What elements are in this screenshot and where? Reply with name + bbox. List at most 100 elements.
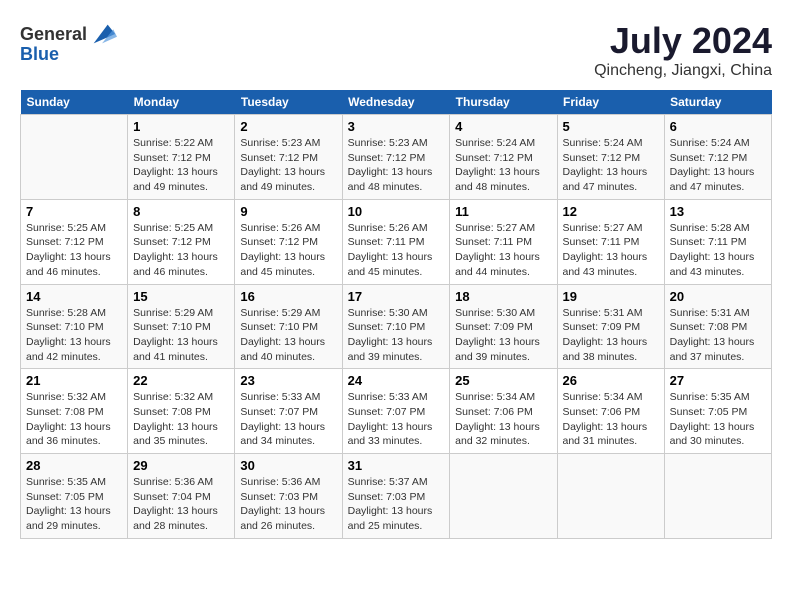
day-info: Sunrise: 5:27 AM Sunset: 7:11 PM Dayligh… — [455, 221, 551, 280]
day-number: 1 — [133, 119, 229, 134]
calendar-cell: 20 Sunrise: 5:31 AM Sunset: 7:08 PM Dayli… — [664, 284, 771, 369]
calendar-cell: 26 Sunrise: 5:34 AM Sunset: 7:06 PM Dayli… — [557, 369, 664, 454]
day-info: Sunrise: 5:24 AM Sunset: 7:12 PM Dayligh… — [455, 136, 551, 195]
day-number: 23 — [240, 373, 336, 388]
weekday-header-tuesday: Tuesday — [235, 90, 342, 115]
day-info: Sunrise: 5:25 AM Sunset: 7:12 PM Dayligh… — [133, 221, 229, 280]
calendar-cell: 23 Sunrise: 5:33 AM Sunset: 7:07 PM Dayli… — [235, 369, 342, 454]
calendar-cell: 17 Sunrise: 5:30 AM Sunset: 7:10 PM Dayli… — [342, 284, 450, 369]
day-info: Sunrise: 5:24 AM Sunset: 7:12 PM Dayligh… — [670, 136, 766, 195]
calendar-cell: 7Sunrise: 5:25 AM Sunset: 7:12 PM Daylig… — [21, 199, 128, 284]
day-info: Sunrise: 5:32 AM Sunset: 7:08 PM Dayligh… — [26, 390, 122, 449]
calendar-body: 1 Sunrise: 5:22 AM Sunset: 7:12 PM Daylig… — [21, 115, 772, 539]
day-number: 6 — [670, 119, 766, 134]
calendar-cell: 2 Sunrise: 5:23 AM Sunset: 7:12 PM Daylig… — [235, 115, 342, 200]
day-info: Sunrise: 5:33 AM Sunset: 7:07 PM Dayligh… — [348, 390, 445, 449]
day-number: 9 — [240, 204, 336, 219]
weekday-header-sunday: Sunday — [21, 90, 128, 115]
calendar-cell — [21, 115, 128, 200]
day-number: 18 — [455, 289, 551, 304]
day-number: 24 — [348, 373, 445, 388]
calendar-cell: 28 Sunrise: 5:35 AM Sunset: 7:05 PM Dayli… — [21, 454, 128, 539]
day-number: 4 — [455, 119, 551, 134]
logo-text: General Blue — [20, 20, 117, 65]
day-info: Sunrise: 5:25 AM Sunset: 7:12 PM Dayligh… — [26, 221, 122, 280]
title-block: July 2024 Qincheng, Jiangxi, China — [594, 20, 772, 80]
calendar-cell: 8 Sunrise: 5:25 AM Sunset: 7:12 PM Daylig… — [128, 199, 235, 284]
day-info: Sunrise: 5:34 AM Sunset: 7:06 PM Dayligh… — [563, 390, 659, 449]
day-info: Sunrise: 5:34 AM Sunset: 7:06 PM Dayligh… — [455, 390, 551, 449]
day-number: 30 — [240, 458, 336, 473]
day-info: Sunrise: 5:37 AM Sunset: 7:03 PM Dayligh… — [348, 475, 445, 534]
calendar-cell: 14Sunrise: 5:28 AM Sunset: 7:10 PM Dayli… — [21, 284, 128, 369]
day-number: 13 — [670, 204, 766, 219]
day-info: Sunrise: 5:28 AM Sunset: 7:11 PM Dayligh… — [670, 221, 766, 280]
calendar-cell — [664, 454, 771, 539]
weekday-header-monday: Monday — [128, 90, 235, 115]
calendar-cell: 5Sunrise: 5:24 AM Sunset: 7:12 PM Daylig… — [557, 115, 664, 200]
day-info: Sunrise: 5:26 AM Sunset: 7:12 PM Dayligh… — [240, 221, 336, 280]
calendar-cell: 19 Sunrise: 5:31 AM Sunset: 7:09 PM Dayli… — [557, 284, 664, 369]
calendar-cell — [450, 454, 557, 539]
weekday-header-saturday: Saturday — [664, 90, 771, 115]
day-info: Sunrise: 5:36 AM Sunset: 7:04 PM Dayligh… — [133, 475, 229, 534]
calendar-cell: 11 Sunrise: 5:27 AM Sunset: 7:11 PM Dayli… — [450, 199, 557, 284]
day-info: Sunrise: 5:33 AM Sunset: 7:07 PM Dayligh… — [240, 390, 336, 449]
calendar-cell: 25 Sunrise: 5:34 AM Sunset: 7:06 PM Dayli… — [450, 369, 557, 454]
weekday-header-wednesday: Wednesday — [342, 90, 450, 115]
day-info: Sunrise: 5:26 AM Sunset: 7:11 PM Dayligh… — [348, 221, 445, 280]
day-number: 16 — [240, 289, 336, 304]
day-info: Sunrise: 5:36 AM Sunset: 7:03 PM Dayligh… — [240, 475, 336, 534]
calendar-cell — [557, 454, 664, 539]
calendar-cell: 16Sunrise: 5:29 AM Sunset: 7:10 PM Dayli… — [235, 284, 342, 369]
day-number: 3 — [348, 119, 445, 134]
day-info: Sunrise: 5:30 AM Sunset: 7:09 PM Dayligh… — [455, 306, 551, 365]
calendar-cell: 3Sunrise: 5:23 AM Sunset: 7:12 PM Daylig… — [342, 115, 450, 200]
day-number: 17 — [348, 289, 445, 304]
logo-icon — [89, 20, 117, 48]
day-number: 10 — [348, 204, 445, 219]
calendar-cell: 31Sunrise: 5:37 AM Sunset: 7:03 PM Dayli… — [342, 454, 450, 539]
day-number: 8 — [133, 204, 229, 219]
day-info: Sunrise: 5:29 AM Sunset: 7:10 PM Dayligh… — [133, 306, 229, 365]
calendar-cell: 10 Sunrise: 5:26 AM Sunset: 7:11 PM Dayli… — [342, 199, 450, 284]
calendar-cell: 9 Sunrise: 5:26 AM Sunset: 7:12 PM Daylig… — [235, 199, 342, 284]
day-info: Sunrise: 5:35 AM Sunset: 7:05 PM Dayligh… — [670, 390, 766, 449]
calendar-week-row: 28 Sunrise: 5:35 AM Sunset: 7:05 PM Dayli… — [21, 454, 772, 539]
day-number: 15 — [133, 289, 229, 304]
day-number: 26 — [563, 373, 659, 388]
calendar-cell: 30 Sunrise: 5:36 AM Sunset: 7:03 PM Dayli… — [235, 454, 342, 539]
calendar-cell: 6 Sunrise: 5:24 AM Sunset: 7:12 PM Daylig… — [664, 115, 771, 200]
day-info: Sunrise: 5:23 AM Sunset: 7:12 PM Dayligh… — [240, 136, 336, 195]
calendar-week-row: 7Sunrise: 5:25 AM Sunset: 7:12 PM Daylig… — [21, 199, 772, 284]
day-info: Sunrise: 5:32 AM Sunset: 7:08 PM Dayligh… — [133, 390, 229, 449]
calendar-table: SundayMondayTuesdayWednesdayThursdayFrid… — [20, 90, 772, 539]
calendar-cell: 29Sunrise: 5:36 AM Sunset: 7:04 PM Dayli… — [128, 454, 235, 539]
day-number: 2 — [240, 119, 336, 134]
day-info: Sunrise: 5:22 AM Sunset: 7:12 PM Dayligh… — [133, 136, 229, 195]
calendar-cell: 27Sunrise: 5:35 AM Sunset: 7:05 PM Dayli… — [664, 369, 771, 454]
calendar-cell: 21Sunrise: 5:32 AM Sunset: 7:08 PM Dayli… — [21, 369, 128, 454]
calendar-cell: 13 Sunrise: 5:28 AM Sunset: 7:11 PM Dayli… — [664, 199, 771, 284]
calendar-cell: 22Sunrise: 5:32 AM Sunset: 7:08 PM Dayli… — [128, 369, 235, 454]
weekday-header-thursday: Thursday — [450, 90, 557, 115]
calendar-cell: 18 Sunrise: 5:30 AM Sunset: 7:09 PM Dayli… — [450, 284, 557, 369]
day-number: 19 — [563, 289, 659, 304]
calendar-week-row: 1 Sunrise: 5:22 AM Sunset: 7:12 PM Daylig… — [21, 115, 772, 200]
day-info: Sunrise: 5:30 AM Sunset: 7:10 PM Dayligh… — [348, 306, 445, 365]
weekday-header-friday: Friday — [557, 90, 664, 115]
logo-general: General — [20, 24, 87, 45]
calendar-cell: 24 Sunrise: 5:33 AM Sunset: 7:07 PM Dayli… — [342, 369, 450, 454]
day-number: 25 — [455, 373, 551, 388]
day-info: Sunrise: 5:31 AM Sunset: 7:08 PM Dayligh… — [670, 306, 766, 365]
day-number: 28 — [26, 458, 122, 473]
calendar-cell: 12Sunrise: 5:27 AM Sunset: 7:11 PM Dayli… — [557, 199, 664, 284]
day-number: 11 — [455, 204, 551, 219]
day-number: 20 — [670, 289, 766, 304]
subtitle: Qincheng, Jiangxi, China — [594, 62, 772, 80]
day-number: 14 — [26, 289, 122, 304]
day-info: Sunrise: 5:31 AM Sunset: 7:09 PM Dayligh… — [563, 306, 659, 365]
calendar-header-row: SundayMondayTuesdayWednesdayThursdayFrid… — [21, 90, 772, 115]
day-info: Sunrise: 5:35 AM Sunset: 7:05 PM Dayligh… — [26, 475, 122, 534]
logo: General Blue — [20, 20, 117, 65]
